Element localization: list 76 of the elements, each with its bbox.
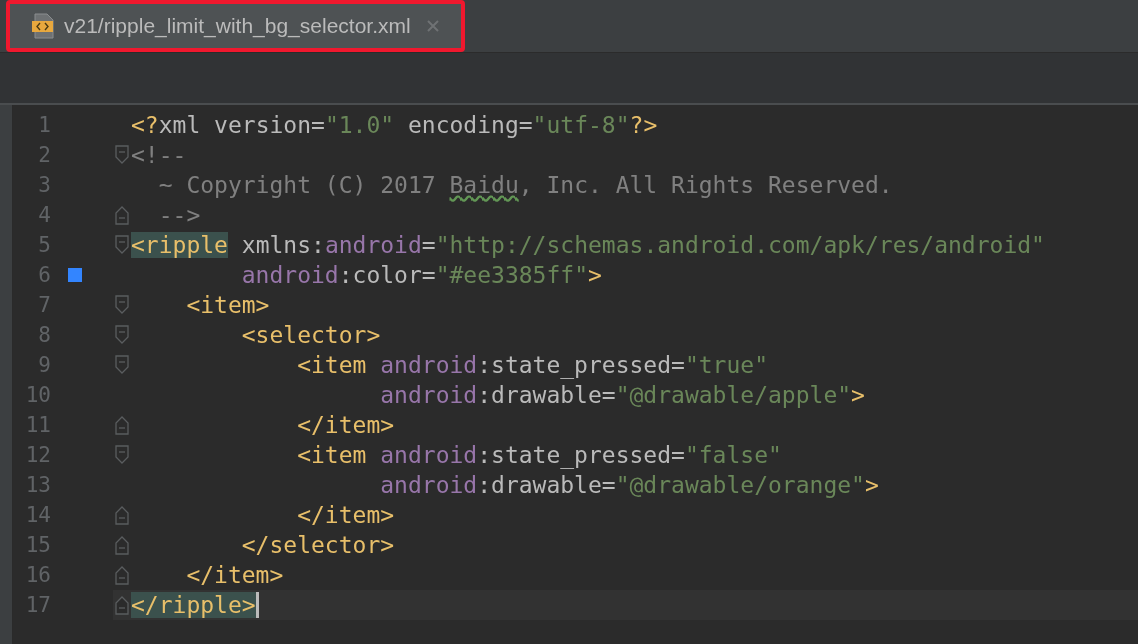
namespace-prefix: android (380, 352, 478, 378)
line-number: 3 (37, 173, 51, 197)
line-number: 6 (37, 263, 51, 287)
xml-tag: <ripple (131, 232, 228, 258)
attribute-name: encoding= (406, 112, 533, 138)
tab-title: v21/ripple_limit_with_bg_selector.xml (64, 14, 411, 38)
fold-start-icon[interactable] (115, 445, 129, 465)
attribute-name: :drawable= (477, 382, 616, 408)
attribute-name: :drawable= (477, 472, 616, 498)
xml-tag: <? (131, 112, 159, 138)
attribute-value: "#ee3385ff" (435, 262, 588, 288)
line-number: 12 (24, 443, 51, 467)
line-number: 5 (37, 233, 51, 257)
close-icon[interactable] (426, 20, 439, 32)
fold-end-icon[interactable] (115, 415, 129, 435)
xml-tag: <selector> (131, 322, 381, 348)
fold-start-icon[interactable] (115, 145, 129, 165)
xml-file-icon (32, 13, 56, 39)
attribute-name: :state_pressed= (477, 442, 685, 468)
xml-tag: </item> (131, 412, 395, 438)
attribute-value: "false" (684, 442, 782, 468)
attribute-value: "true" (684, 352, 768, 378)
line-number: 2 (37, 143, 51, 167)
xml-tag: <item (131, 442, 381, 468)
xml-tag: > (864, 472, 879, 498)
comment-text: <!-- (131, 142, 187, 168)
fold-start-icon[interactable] (115, 295, 129, 315)
attribute-name: xmlns: (240, 232, 325, 258)
xml-tag: </item> (131, 502, 395, 528)
comment-text: --> (157, 202, 201, 228)
fold-start-icon[interactable] (115, 325, 129, 345)
attribute-name: :color= (338, 262, 436, 288)
namespace-prefix: android (324, 232, 422, 258)
line-number: 17 (24, 593, 51, 617)
namespace-prefix: android (380, 442, 478, 468)
xml-tag: </selector> (131, 532, 395, 558)
attribute-name: xml version= (158, 112, 325, 138)
attribute-value: "@drawable/apple" (615, 382, 852, 408)
fold-start-icon[interactable] (115, 235, 129, 255)
xml-tag: > (851, 382, 865, 408)
comment-text: , Inc. All Rights Reserved. (518, 172, 893, 198)
xml-tag: </ripple> (131, 592, 256, 618)
attribute-value: "1.0" (324, 112, 395, 138)
line-number: 16 (24, 563, 51, 587)
attribute-value: "@drawable/orange" (615, 472, 865, 498)
fold-end-icon[interactable] (115, 205, 129, 225)
xml-tag: <item> (131, 292, 270, 318)
xml-tag: <item (131, 352, 381, 378)
line-number: 11 (24, 413, 51, 437)
line-number: 9 (37, 353, 51, 377)
attribute-value: "http://schemas.android.com/apk/res/android" (435, 232, 1045, 258)
fold-start-icon[interactable] (115, 355, 129, 375)
line-number: 8 (37, 323, 51, 347)
fold-end-icon[interactable] (115, 565, 129, 585)
file-tab[interactable]: v21/ripple_limit_with_bg_selector.xml (10, 4, 461, 48)
fold-end-icon[interactable] (115, 535, 129, 555)
fold-end-icon[interactable] (115, 595, 129, 615)
attribute-name: = (421, 232, 436, 258)
xml-tag: </item> (131, 562, 284, 588)
attribute-name: :state_pressed= (477, 352, 685, 378)
attribute-value: "utf-8" (532, 112, 630, 138)
line-number: 1 (37, 113, 51, 137)
namespace-prefix: android (379, 382, 478, 408)
xml-tag: > (588, 262, 602, 288)
namespace-prefix: android (379, 472, 478, 498)
comment-text: Baidu (449, 172, 519, 198)
line-number: 13 (24, 473, 51, 497)
line-number: 15 (24, 533, 51, 557)
line-number: 7 (37, 293, 51, 317)
fold-end-icon[interactable] (115, 505, 129, 525)
line-number: 10 (24, 383, 51, 407)
line-number: 4 (37, 203, 51, 227)
xml-tag: ?> (629, 112, 658, 138)
comment-text: ~ Copyright (C) 2017 (157, 172, 437, 198)
namespace-prefix: android (240, 262, 339, 288)
line-number: 14 (24, 503, 51, 527)
